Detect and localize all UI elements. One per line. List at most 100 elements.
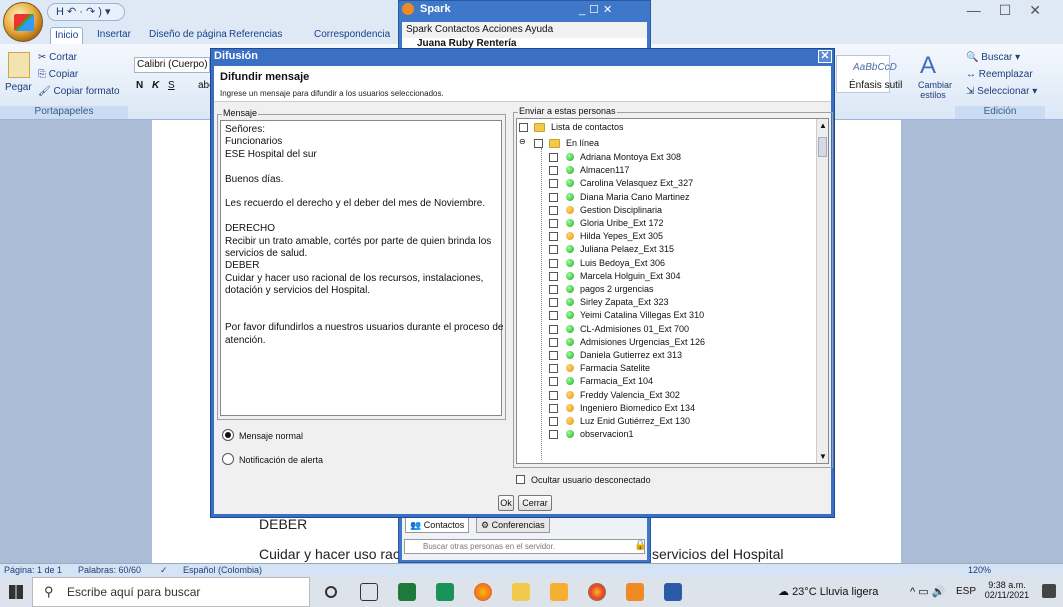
- contact-checkbox[interactable]: [549, 192, 558, 202]
- dialog-close-button[interactable]: ✕: [818, 50, 832, 63]
- find-button[interactable]: 🔍 Buscar ▾: [966, 52, 1020, 63]
- spark-taskbar-icon[interactable]: [626, 583, 644, 601]
- word-taskbar-icon[interactable]: [664, 583, 682, 601]
- collapse-icon[interactable]: ⊖: [519, 137, 526, 146]
- contact-checkbox[interactable]: [549, 337, 558, 347]
- excel-icon[interactable]: [398, 583, 416, 601]
- contact-checkbox[interactable]: [549, 245, 558, 255]
- presence-green-icon: [566, 337, 574, 346]
- contact-checkbox[interactable]: [549, 351, 558, 360]
- cortana-icon[interactable]: [325, 586, 337, 598]
- contact-checkbox[interactable]: [549, 311, 558, 321]
- cut-button[interactable]: ✂ Cortar: [38, 52, 77, 63]
- spark-tab-conferencias[interactable]: ⚙ Conferencias: [476, 516, 550, 533]
- contact-checkbox[interactable]: [549, 258, 558, 268]
- paste-icon[interactable]: [8, 52, 30, 78]
- status-language[interactable]: Español (Colombia): [183, 564, 262, 577]
- contact-checkbox[interactable]: [549, 364, 558, 374]
- select-button[interactable]: ⇲ Seleccionar ▾: [966, 86, 1037, 97]
- clipboard-group-label: Portapapeles: [0, 106, 128, 119]
- format-painter-button[interactable]: 🖌 Copiar formato: [38, 86, 120, 97]
- contact-checkbox[interactable]: [549, 219, 558, 228]
- underline-button[interactable]: S: [168, 80, 175, 91]
- input-language[interactable]: ESP: [956, 577, 976, 607]
- scroll-thumb[interactable]: [818, 137, 827, 157]
- message-textarea[interactable]: [220, 120, 502, 416]
- radio-alert-notification[interactable]: [222, 453, 234, 465]
- change-styles-icon[interactable]: A: [920, 52, 936, 80]
- tab-diseno[interactable]: Diseño de página: [145, 27, 231, 44]
- taskbar-search[interactable]: Escribe aquí para buscar: [32, 577, 310, 607]
- office-button[interactable]: [3, 2, 43, 42]
- status-page[interactable]: Página: 1 de 1: [4, 564, 62, 577]
- tab-insertar[interactable]: Insertar: [93, 27, 135, 44]
- spark-menu-spark[interactable]: Spark: [406, 24, 432, 35]
- italic-button[interactable]: K: [152, 80, 159, 91]
- clock[interactable]: 9:38 a.m. 02/11/2021: [982, 580, 1032, 600]
- radio-normal-message[interactable]: [222, 429, 234, 441]
- spark-tab-conferencias-label: Conferencias: [491, 520, 545, 530]
- contact-checkbox[interactable]: [549, 166, 558, 176]
- spellcheck-icon[interactable]: ✓: [160, 564, 168, 577]
- style-preview[interactable]: AaBbCcD: [853, 62, 897, 73]
- app-green-icon[interactable]: [436, 583, 454, 601]
- contact-checkbox[interactable]: [549, 430, 558, 440]
- contact-checkbox[interactable]: [549, 285, 558, 294]
- weather[interactable]: ☁ 23°C Lluvia ligera: [778, 577, 878, 607]
- bold-button[interactable]: N: [136, 80, 143, 91]
- contact-checkbox[interactable]: [549, 377, 558, 387]
- online-group-checkbox[interactable]: [534, 139, 543, 148]
- contact-checkbox[interactable]: [549, 390, 558, 400]
- contact-checkbox[interactable]: [549, 417, 558, 426]
- contact-checkbox[interactable]: [549, 298, 558, 308]
- contact-checkbox[interactable]: [549, 324, 558, 334]
- contact-checkbox[interactable]: [549, 205, 558, 215]
- spark-tab-contactos[interactable]: 👥 Contactos: [405, 516, 470, 533]
- tab-referencias[interactable]: Referencias: [225, 27, 286, 44]
- contact-name: Freddy Valencia_Ext 302: [580, 389, 680, 400]
- contact-name: Daniela Gutierrez ext 313: [580, 350, 683, 360]
- close-button[interactable]: Cerrar: [518, 495, 552, 511]
- copy-button[interactable]: ⎘ Copiar: [38, 69, 78, 80]
- editing-group-label: Edición: [955, 106, 1045, 119]
- contact-checkbox[interactable]: [549, 271, 558, 281]
- clock-date: 02/11/2021: [984, 590, 1030, 600]
- spark-search-input[interactable]: Buscar otras personas en el servidor.: [404, 539, 645, 554]
- contact-checkbox[interactable]: [549, 403, 558, 413]
- tab-correspondencia[interactable]: Correspondencia: [310, 27, 394, 44]
- zoom-level[interactable]: 120%: [968, 564, 991, 577]
- quick-access-toolbar[interactable]: H ↶ · ↷ ) ▾: [47, 3, 125, 21]
- file-explorer-icon[interactable]: [512, 583, 530, 601]
- replace-button[interactable]: ↔ Reemplazar: [966, 69, 1033, 80]
- contact-checkbox[interactable]: [549, 232, 558, 242]
- spark-tab-contactos-label: Contactos: [423, 520, 465, 530]
- style-name[interactable]: Énfasis sutil: [849, 80, 902, 91]
- change-styles-button[interactable]: Cambiar estilos: [918, 80, 952, 100]
- contact-list-checkbox[interactable]: [519, 123, 528, 132]
- windows-start-icon[interactable]: [9, 585, 23, 599]
- status-words[interactable]: Palabras: 60/60: [78, 564, 141, 577]
- spark-menu-ayuda[interactable]: Ayuda: [525, 24, 553, 35]
- spark-menu-acciones[interactable]: Acciones: [482, 24, 523, 35]
- contact-checkbox[interactable]: [549, 179, 558, 189]
- spark-menu-contactos[interactable]: Contactos: [435, 24, 480, 35]
- contact-checkbox[interactable]: [549, 153, 558, 162]
- chrome-icon[interactable]: [588, 583, 606, 601]
- notifications-icon[interactable]: [1042, 584, 1056, 598]
- contacts-scrollbar[interactable]: ▲ ▼: [816, 119, 828, 463]
- scroll-up-icon[interactable]: ▲: [819, 121, 827, 130]
- hide-offline-checkbox[interactable]: [516, 475, 525, 484]
- firefox-icon[interactable]: [474, 583, 492, 601]
- app-folder-icon[interactable]: [550, 583, 568, 601]
- message-line: Les recuerdo el derecho y el deber del m…: [225, 198, 486, 210]
- task-view-icon[interactable]: [360, 583, 378, 601]
- tray-icons[interactable]: ^ ▭ 🔊: [910, 577, 945, 607]
- presence-green-icon: [566, 258, 574, 267]
- font-name-select[interactable]: Calibri (Cuerpo): [134, 57, 210, 73]
- tab-inicio[interactable]: Inicio: [50, 27, 84, 44]
- ok-button[interactable]: Ok: [498, 495, 514, 511]
- spark-window-controls[interactable]: _☐✕: [579, 3, 616, 16]
- window-controls[interactable]: —☐✕: [967, 2, 1059, 19]
- scroll-down-icon[interactable]: ▼: [819, 452, 827, 461]
- paste-button[interactable]: Pegar: [5, 82, 32, 93]
